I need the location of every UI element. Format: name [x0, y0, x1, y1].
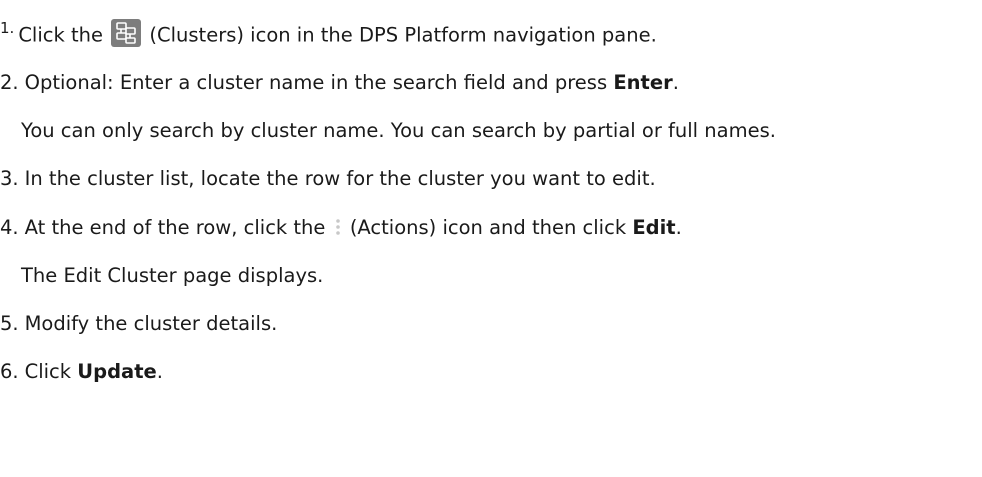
- button-label: Update: [77, 360, 157, 383]
- step-text-post: (Clusters) icon in the DPS Platform navi…: [149, 23, 657, 47]
- step-5: 5. Modify the cluster details.: [0, 312, 277, 336]
- step-text-pre: Optional: Enter a cluster name in the se…: [24, 71, 608, 94]
- step-text: In the cluster list, locate the row for …: [24, 167, 656, 190]
- step-6: 6. Click Update.: [0, 360, 163, 384]
- step-4-note: The Edit Cluster page displays.: [21, 264, 324, 287]
- step-number: 5.: [0, 312, 19, 335]
- step-text-post: .: [675, 216, 682, 239]
- step-2-note: You can only search by cluster name. You…: [21, 119, 776, 142]
- step-text-mid: (Actions) icon and then click: [349, 216, 627, 239]
- step-text-pre: Click: [24, 360, 72, 383]
- step-number: 6.: [0, 360, 19, 383]
- step-4: 4. At the end of the row, click the (Acti…: [0, 216, 682, 240]
- procedure-steps: 1. Click the (Clusters) icon in the DPS P…: [0, 0, 982, 477]
- step-2: 2. Optional: Enter a cluster name in the …: [0, 71, 679, 95]
- step-number: 3.: [0, 167, 19, 190]
- key-label: Enter: [613, 71, 673, 94]
- step-text-pre: At the end of the row, click the: [24, 216, 326, 239]
- actions-icon: [333, 218, 343, 236]
- step-text-post: .: [672, 71, 679, 94]
- step-3: 3. In the cluster list, locate the row fo…: [0, 167, 656, 191]
- step-number: 1.: [0, 18, 15, 37]
- step-text-post: .: [156, 360, 163, 383]
- step-number: 2.: [0, 71, 19, 94]
- clusters-icon: [111, 19, 142, 47]
- step-text-pre: Click the: [18, 23, 103, 47]
- menu-item-label: Edit: [632, 216, 676, 239]
- step-text: Modify the cluster details.: [24, 312, 278, 335]
- step-1: 1. Click the (Clusters) icon in the DPS P…: [0, 19, 657, 50]
- step-number: 4.: [0, 216, 19, 239]
